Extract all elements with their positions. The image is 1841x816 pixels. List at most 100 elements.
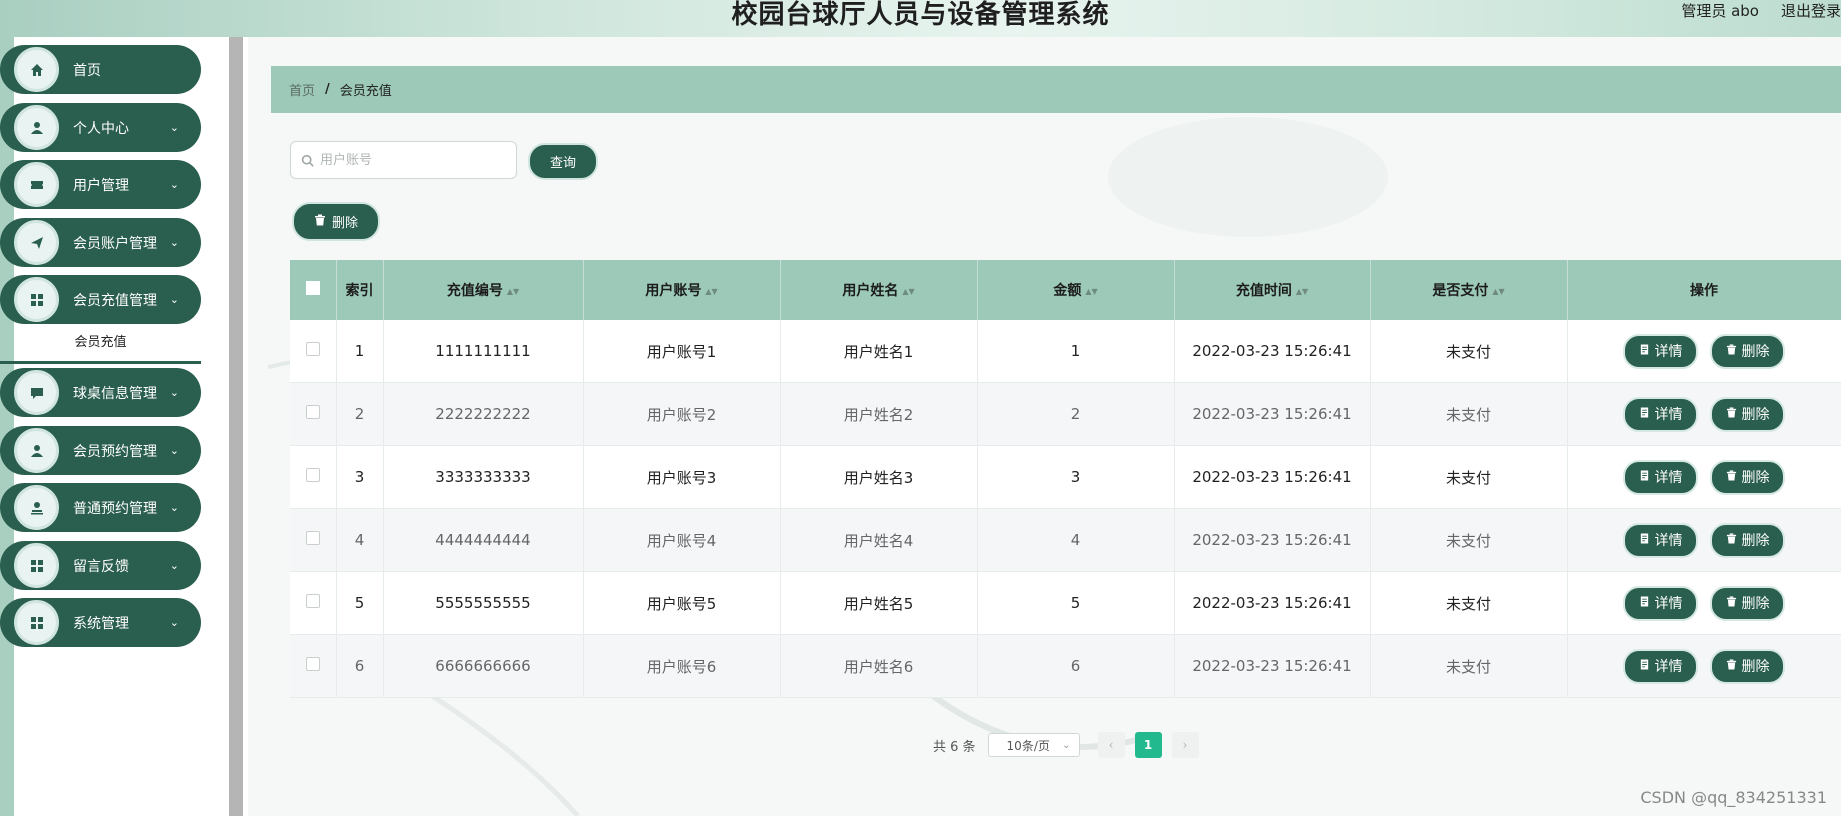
sort-icon[interactable]: ▲▼ (902, 287, 914, 296)
cell-paid: 未支付 (1370, 571, 1568, 635)
table-row: 4 4444444444 用户账号4 用户姓名4 4 2022-03-23 15:26:4… (290, 508, 1841, 572)
sidebar-item-1[interactable]: 个人中心 ⌄ (0, 103, 201, 152)
row-select-cell[interactable] (290, 634, 337, 698)
delete-button[interactable]: 删除 (1710, 585, 1785, 621)
trash-icon (1726, 406, 1737, 422)
cell-time: 2022-03-23 15:26:41 (1174, 320, 1371, 383)
select-all-checkbox[interactable] (305, 281, 320, 295)
chevron-down-icon: ⌄ (169, 501, 179, 514)
breadcrumb-separator: / (325, 82, 330, 97)
sidebar-item-9[interactable]: 系统管理 ⌄ (0, 598, 201, 647)
user-icon (14, 428, 59, 473)
sidebar-item-0[interactable]: 首页 (0, 45, 201, 94)
chevron-down-icon: ⌄ (169, 293, 179, 306)
cell-amount: 4 (977, 508, 1175, 572)
row-checkbox[interactable] (305, 468, 320, 482)
sort-icon[interactable]: ▲▼ (1492, 287, 1504, 296)
cell-name: 用户姓名1 (780, 320, 978, 383)
submenu-item-recharge[interactable]: 会员充值 (0, 325, 201, 364)
page-number-button[interactable]: 1 (1134, 732, 1162, 758)
sidebar-item-label: 会员账户管理 (73, 235, 157, 252)
cell-paid: 未支付 (1370, 634, 1568, 698)
row-select-cell[interactable] (290, 508, 337, 572)
sort-icon[interactable]: ▲▼ (1296, 287, 1308, 296)
detail-button[interactable]: 详情 (1623, 459, 1698, 495)
sort-icon[interactable]: ▲▼ (1085, 287, 1097, 296)
cell-index: 2 (336, 382, 384, 446)
detail-button[interactable]: 详情 (1623, 648, 1698, 684)
cell-amount: 5 (977, 571, 1175, 635)
sidebar-item-6[interactable]: 会员预约管理 ⌄ (0, 426, 201, 475)
delete-button[interactable]: 删除 (1710, 648, 1785, 684)
bulk-delete-label: 删除 (331, 216, 358, 231)
row-select-cell[interactable] (290, 445, 337, 509)
sidebar-item-8[interactable]: 留言反馈 ⌄ (0, 541, 201, 590)
delete-button[interactable]: 删除 (1710, 522, 1785, 558)
cell-actions: 详情 删除 (1567, 445, 1841, 509)
column-header-amount[interactable]: 金额 ▲▼ (977, 260, 1175, 320)
breadcrumb-home-link[interactable]: 首页 (289, 80, 315, 99)
page-size-select[interactable]: 10条/页 ⌄ (987, 733, 1080, 757)
cell-time: 2022-03-23 15:26:41 (1174, 445, 1371, 509)
detail-button[interactable]: 详情 (1623, 396, 1698, 432)
column-header-paid[interactable]: 是否支付 ▲▼ (1370, 260, 1568, 320)
detail-button[interactable]: 详情 (1623, 333, 1698, 369)
cell-recharge-id: 3333333333 (383, 445, 584, 509)
column-header-id[interactable]: 充值编号 ▲▼ (383, 260, 584, 320)
row-checkbox[interactable] (305, 531, 320, 545)
recharge-table: 索引 充值编号 ▲▼ 用户账号 ▲▼ 用户姓名 ▲▼ 金额 ▲▼ 充值时间 ▲▼ 是否支付… (290, 260, 1841, 698)
column-header-time[interactable]: 充值时间 ▲▼ (1174, 260, 1371, 320)
detail-button[interactable]: 详情 (1623, 585, 1698, 621)
table-row: 2 2222222222 用户账号2 用户姓名2 2 2022-03-23 15:26:4… (290, 382, 1841, 446)
sort-icon[interactable]: ▲▼ (705, 287, 717, 296)
cell-time: 2022-03-23 15:26:41 (1174, 508, 1371, 572)
delete-button[interactable]: 删除 (1710, 333, 1785, 369)
select-all-cell[interactable] (290, 260, 337, 320)
row-checkbox[interactable] (305, 405, 320, 419)
next-page-button[interactable]: › (1171, 732, 1199, 758)
row-checkbox[interactable] (305, 657, 320, 671)
sidebar-item-3[interactable]: 会员账户管理 ⌄ (0, 218, 201, 267)
cell-recharge-id: 4444444444 (383, 508, 584, 572)
sidebar: 首页 个人中心 ⌄ 用户管理 ⌄ 会员账户管理 ⌄ 会员充值管理 ⌄ 球桌信息管理 ⌄ 会员预约管理 ⌄… (0, 37, 229, 816)
system-title: 校园台球厅人员与设备管理系统 (731, 0, 1110, 30)
row-select-cell[interactable] (290, 320, 337, 383)
sidebar-item-7[interactable]: 普通预约管理 ⌄ (0, 483, 201, 532)
trash-icon (1726, 532, 1737, 548)
prev-page-button[interactable]: ‹ (1097, 732, 1125, 758)
row-checkbox[interactable] (305, 342, 320, 356)
logout-link[interactable]: 退出登录 (1781, 0, 1841, 24)
detail-button[interactable]: 详情 (1623, 522, 1698, 558)
chevron-down-icon: ⌄ (169, 616, 179, 629)
cell-account: 用户账号1 (583, 320, 781, 383)
row-select-cell[interactable] (290, 571, 337, 635)
cell-paid: 未支付 (1370, 508, 1568, 572)
search-field[interactable] (290, 141, 517, 179)
trash-icon (1726, 595, 1737, 611)
sidebar-item-4[interactable]: 会员充值管理 ⌄ (0, 275, 201, 324)
delete-button[interactable]: 删除 (1710, 459, 1785, 495)
sort-icon[interactable]: ▲▼ (507, 287, 519, 296)
pagination-total: 共 6 条 (933, 739, 976, 755)
sidebar-item-label: 个人中心 (73, 120, 129, 137)
cell-account: 用户账号5 (583, 571, 781, 635)
breadcrumb-current: 会员充值 (339, 84, 392, 99)
sidebar-item-label: 球桌信息管理 (73, 385, 157, 402)
row-select-cell[interactable] (290, 382, 337, 446)
sidebar-item-5[interactable]: 球桌信息管理 ⌄ (0, 368, 201, 417)
cell-index: 3 (336, 445, 384, 509)
search-input[interactable] (318, 151, 512, 169)
column-header-account[interactable]: 用户账号 ▲▼ (583, 260, 781, 320)
pagination: 共 6 条 10条/页 ⌄ ‹ 1 › (933, 732, 1199, 758)
column-header-name[interactable]: 用户姓名 ▲▼ (780, 260, 978, 320)
query-button[interactable]: 查询 (528, 143, 598, 180)
delete-button[interactable]: 删除 (1710, 396, 1785, 432)
table-row: 5 5555555555 用户账号5 用户姓名5 5 2022-03-23 15:26:4… (290, 571, 1841, 635)
row-checkbox[interactable] (305, 594, 320, 608)
cell-index: 1 (336, 320, 384, 383)
sidebar-item-label: 普通预约管理 (73, 500, 157, 517)
bulk-delete-button[interactable]: 删除 (292, 202, 380, 241)
sidebar-item-2[interactable]: 用户管理 ⌄ (0, 160, 201, 209)
search-icon (301, 154, 314, 167)
document-icon (1639, 343, 1650, 359)
